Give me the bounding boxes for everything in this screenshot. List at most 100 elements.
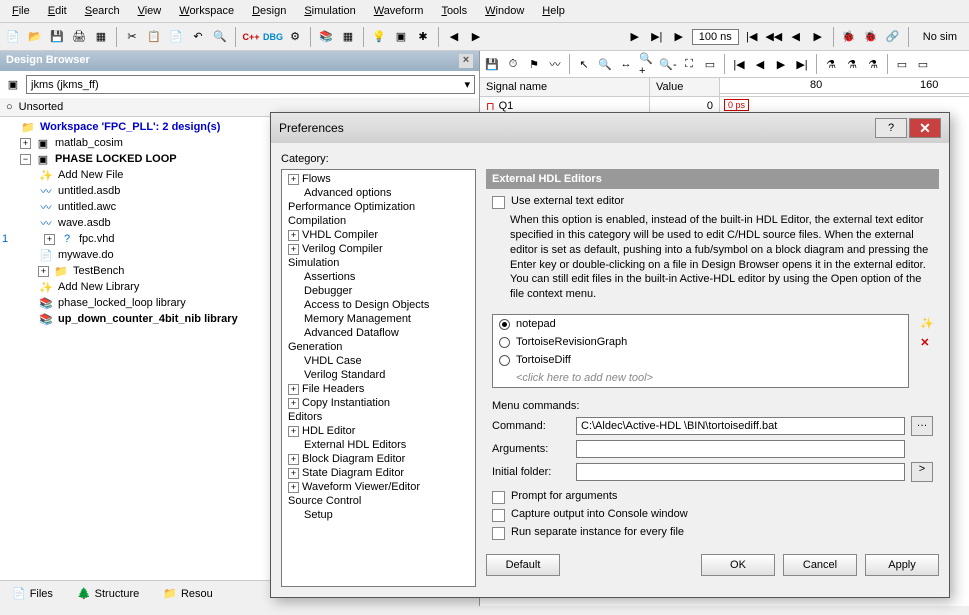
design-combo[interactable]: jkms (jkms_ff) ▾ (26, 75, 475, 94)
add-tool-hint[interactable]: <click here to add new tool> (493, 369, 908, 387)
cat-vhdlc[interactable]: VHDL Compiler (302, 229, 378, 241)
print-icon[interactable]: 🖨 (70, 28, 88, 46)
cursor-marker[interactable]: 0 ps (724, 99, 749, 111)
new-tool-icon[interactable]: ✨ (920, 317, 934, 330)
cat-editors[interactable]: Editors (288, 411, 322, 423)
prompt-checkbox[interactable] (492, 491, 505, 504)
sim-time-input[interactable]: 100 ns (692, 29, 739, 45)
expander-icon[interactable]: + (288, 426, 299, 437)
expander-icon[interactable]: + (288, 174, 299, 185)
tree-addfile[interactable]: Add New File (58, 169, 123, 181)
capture-checkbox[interactable] (492, 509, 505, 522)
paste-icon[interactable]: 📄 (167, 28, 185, 46)
link-icon[interactable]: 🔗 (884, 28, 902, 46)
filter2-icon[interactable]: ⚗ (843, 55, 861, 73)
expander-icon[interactable]: + (44, 234, 55, 245)
folder-input[interactable] (576, 463, 905, 481)
zoom-icon[interactable]: 🔍 (596, 55, 614, 73)
command-input[interactable] (576, 417, 905, 435)
expander-icon[interactable]: + (288, 384, 299, 395)
tool-row[interactable]: notepad (493, 315, 908, 333)
tool-row[interactable]: TortoiseRevisionGraph (493, 333, 908, 351)
menu-workspace[interactable]: Workspace (171, 2, 242, 20)
tree-pll[interactable]: PHASE LOCKED LOOP (55, 153, 177, 165)
ok-button[interactable]: OK (701, 554, 775, 576)
filter1-icon[interactable]: ⚗ (822, 55, 840, 73)
sort-header[interactable]: Unsorted (19, 101, 64, 113)
menu-help[interactable]: Help (534, 2, 573, 20)
tree-tb[interactable]: TestBench (73, 265, 124, 277)
cat-setup[interactable]: Setup (304, 509, 333, 521)
cat-verilogc[interactable]: Verilog Compiler (302, 243, 383, 255)
cat-advdf[interactable]: Advanced Dataflow (304, 327, 399, 339)
menu-edit[interactable]: Edit (40, 2, 75, 20)
nav-prev-icon[interactable]: ◀ (751, 55, 769, 73)
dialog-close-button[interactable]: ✕ (909, 118, 941, 138)
new-icon[interactable]: 📄 (4, 28, 22, 46)
chip-icon[interactable]: ▣ (392, 28, 410, 46)
bug2-icon[interactable]: 🐞 (862, 28, 880, 46)
expander-icon[interactable]: + (288, 468, 299, 479)
tree-fpc[interactable]: fpc.vhd (79, 233, 114, 245)
cat-flows[interactable]: Flows (302, 173, 331, 185)
cat-stateed[interactable]: State Diagram Editor (302, 467, 404, 479)
category-tree[interactable]: +Flows Advanced options Performance Opti… (281, 169, 476, 587)
bug1-icon[interactable]: 🐞 (840, 28, 858, 46)
expander-icon[interactable]: + (288, 398, 299, 409)
cancel-button[interactable]: Cancel (783, 554, 857, 576)
db-icon[interactable]: ▦ (339, 28, 357, 46)
left-icon[interactable]: ◀ (445, 28, 463, 46)
col-signal[interactable]: Signal name (480, 78, 650, 96)
browse-button[interactable]: … (911, 416, 933, 436)
expander-icon[interactable]: − (20, 154, 31, 165)
menu-view[interactable]: View (130, 2, 170, 20)
tab-structure[interactable]: 🌲Structure (71, 585, 145, 602)
tree-matlab[interactable]: matlab_cosim (55, 137, 123, 149)
cat-verilogstd[interactable]: Verilog Standard (304, 369, 385, 381)
cat-memmgmt[interactable]: Memory Management (304, 313, 411, 325)
menu-tools[interactable]: Tools (433, 2, 475, 20)
dbg-icon[interactable]: DBG (264, 28, 282, 46)
dialog-help-button[interactable]: ? (875, 118, 907, 138)
zoom-h-icon[interactable]: ↔ (617, 55, 635, 73)
zoom-in-icon[interactable]: 🔍+ (638, 55, 656, 73)
tree-awc[interactable]: untitled.awc (58, 201, 116, 213)
cat-assertions[interactable]: Assertions (304, 271, 355, 283)
menu-search[interactable]: Search (77, 2, 128, 20)
clock-icon[interactable]: ⏱ (504, 55, 522, 73)
zoom-sel-icon[interactable]: ▭ (701, 55, 719, 73)
lib-icon[interactable]: 📚 (317, 28, 335, 46)
play-icon[interactable]: ▶ (626, 28, 644, 46)
step-icon[interactable]: ▶| (648, 28, 666, 46)
chip-small-icon[interactable]: ▣ (4, 75, 22, 93)
radio-icon[interactable] (499, 319, 510, 330)
marker-icon[interactable]: ⚑ (525, 55, 543, 73)
cat-srcctrl[interactable]: Source Control (288, 495, 361, 507)
tree-mywave[interactable]: mywave.do (58, 249, 114, 261)
menu-simulation[interactable]: Simulation (296, 2, 363, 20)
menu-window[interactable]: Window (477, 2, 532, 20)
tab-files[interactable]: 📄Files (6, 585, 59, 602)
tree-updown[interactable]: up_down_counter_4bit_nib library (58, 313, 238, 325)
rewind-icon[interactable]: |◀ (743, 28, 761, 46)
zoom-fit-icon[interactable]: ⛶ (680, 55, 698, 73)
tree-wave[interactable]: wave.asdb (58, 217, 111, 229)
tool-list[interactable]: notepad TortoiseRevisionGraph TortoiseDi… (492, 314, 909, 388)
fwd-icon[interactable]: ▶ (809, 28, 827, 46)
cat-debugger[interactable]: Debugger (304, 285, 352, 297)
cat-vhdlcase[interactable]: VHDL Case (304, 355, 362, 367)
menu-file[interactable]: File (4, 2, 38, 20)
cascade-icon[interactable]: ▦ (92, 28, 110, 46)
expander-icon[interactable]: + (288, 482, 299, 493)
undo-icon[interactable]: ↶ (189, 28, 207, 46)
tree-asdb[interactable]: untitled.asdb (58, 185, 120, 197)
cat-access[interactable]: Access to Design Objects (304, 299, 429, 311)
right-icon[interactable]: ▶ (467, 28, 485, 46)
nav-first-icon[interactable]: |◀ (730, 55, 748, 73)
col-value[interactable]: Value (650, 78, 720, 96)
menu-design[interactable]: Design (244, 2, 294, 20)
save-icon[interactable]: 💾 (483, 55, 501, 73)
cat-blocked[interactable]: Block Diagram Editor (302, 453, 405, 465)
apply-button[interactable]: Apply (865, 554, 939, 576)
bulb-icon[interactable]: 💡 (370, 28, 388, 46)
